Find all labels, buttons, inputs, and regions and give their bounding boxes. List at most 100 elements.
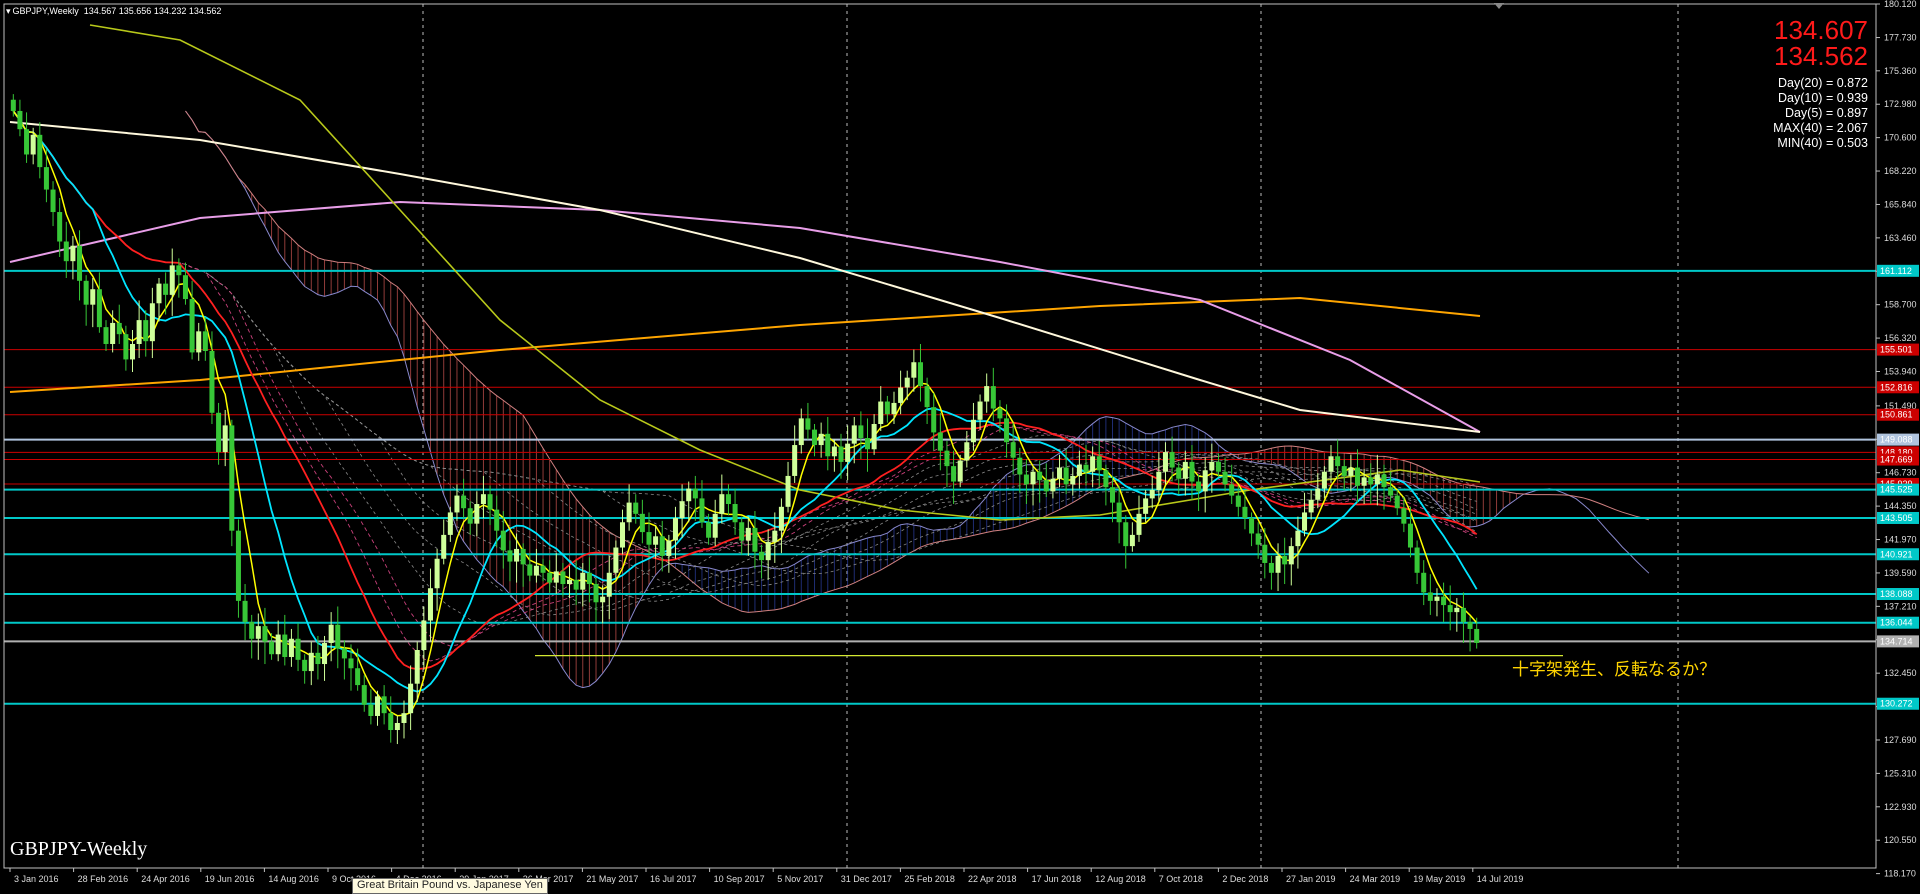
candle-body xyxy=(739,522,745,541)
symbol-tooltip: Great Britain Pound vs. Japanese Yen xyxy=(352,878,548,894)
candle-body xyxy=(447,512,453,535)
candle-body xyxy=(593,584,599,603)
candle-body xyxy=(1123,522,1129,547)
candle-body xyxy=(24,129,30,155)
candle-body xyxy=(706,522,712,538)
candle-body xyxy=(613,547,619,573)
candle-body xyxy=(759,551,765,561)
candle-body xyxy=(1441,596,1447,606)
candle-body xyxy=(997,408,1003,419)
candle-body xyxy=(381,696,387,714)
price-level-tag-label: 155.501 xyxy=(1880,345,1913,355)
candle-body xyxy=(1070,475,1076,485)
candle-body xyxy=(1010,442,1016,458)
candle-body xyxy=(295,638,301,660)
candle-body xyxy=(646,532,652,545)
symbol-header: GBPJPY,Weekly xyxy=(12,6,79,16)
x-tick-label: 27 Jan 2019 xyxy=(1286,874,1336,884)
candle-body xyxy=(1361,477,1367,486)
candle-body xyxy=(1381,474,1387,488)
candle-body xyxy=(414,649,420,684)
y-tick-label: 120.550 xyxy=(1884,835,1917,845)
y-tick-label: 122.930 xyxy=(1884,802,1917,812)
candle-body xyxy=(1050,478,1056,492)
candle-body xyxy=(1474,628,1480,643)
y-tick-label: 163.460 xyxy=(1884,233,1917,243)
x-tick-label: 14 Aug 2016 xyxy=(268,874,319,884)
candle-body xyxy=(242,600,248,622)
candle-body xyxy=(785,475,791,507)
candle-body xyxy=(507,550,513,562)
y-tick-label: 125.310 xyxy=(1884,768,1917,778)
ohlc-values: 134.567 135.656 134.232 134.562 xyxy=(83,6,222,16)
candle-body xyxy=(818,433,824,446)
candle-body xyxy=(1341,466,1347,476)
chart-menu-icon[interactable]: ▾ xyxy=(6,6,11,16)
candle-body xyxy=(1103,470,1109,488)
candle-body xyxy=(1182,461,1188,479)
candle-body xyxy=(984,386,990,402)
price-level-tag-label: 136.044 xyxy=(1880,618,1913,628)
candle-body xyxy=(63,241,69,262)
price-level-tag-label: 150.861 xyxy=(1880,410,1913,420)
candle-body xyxy=(553,571,559,583)
candle-body xyxy=(1460,607,1466,622)
x-tick-label: 17 Jun 2018 xyxy=(1032,874,1082,884)
candle-body xyxy=(96,289,102,328)
y-tick-label: 170.600 xyxy=(1884,133,1917,143)
candle-body xyxy=(355,668,361,686)
candle-body xyxy=(37,134,43,168)
chart-shift-marker-icon[interactable] xyxy=(1494,3,1504,9)
vertical-grid xyxy=(422,4,1679,868)
candle-body xyxy=(341,648,347,659)
x-tick-label: 2 Dec 2018 xyxy=(1222,874,1268,884)
candle-body xyxy=(480,494,486,505)
candle-body xyxy=(103,327,109,344)
candle-body xyxy=(1282,555,1288,565)
candle-body xyxy=(156,283,162,304)
candle-body xyxy=(262,626,268,642)
candle-body xyxy=(964,442,970,461)
candle-body xyxy=(116,322,122,335)
candle-body xyxy=(1308,499,1314,513)
candle-body xyxy=(136,320,142,344)
candle-body xyxy=(977,401,983,420)
candle-body xyxy=(1043,480,1049,492)
candle-body xyxy=(1136,513,1142,535)
candle-body xyxy=(931,407,937,433)
x-tick-label: 21 May 2017 xyxy=(586,874,638,884)
candle-body xyxy=(540,565,546,573)
candle-body xyxy=(1249,518,1255,534)
candle-body xyxy=(275,634,281,655)
candle-body xyxy=(1414,547,1420,573)
candle-body xyxy=(1295,530,1301,547)
candle-body xyxy=(322,642,328,665)
ma-white-line xyxy=(9,121,1481,433)
candle-body xyxy=(1229,484,1235,496)
candle-body xyxy=(1004,418,1010,443)
symbol-label: GBPJPY-Weekly xyxy=(10,838,148,860)
candle-body xyxy=(891,402,897,415)
candle-body xyxy=(639,513,645,533)
candle-body xyxy=(699,498,705,523)
candle-body xyxy=(163,283,169,295)
candle-body xyxy=(719,494,725,514)
ribbon-ma-pink xyxy=(12,110,1477,670)
y-tick-label: 168.220 xyxy=(1884,166,1917,176)
candle-body xyxy=(1162,452,1168,472)
y-tick-label: 141.970 xyxy=(1884,535,1917,545)
candle-body xyxy=(573,579,579,590)
y-tick-label: 118.170 xyxy=(1884,869,1916,879)
y-tick-label: 153.940 xyxy=(1884,366,1917,376)
candle-body xyxy=(1374,474,1380,485)
candle-body xyxy=(1368,477,1374,485)
candle-body xyxy=(361,685,367,705)
candle-body xyxy=(196,331,202,353)
y-tick-label: 165.840 xyxy=(1884,199,1917,209)
price-level-labels: 161.112155.501152.816150.861149.088148.1… xyxy=(1877,264,1919,710)
candle-body xyxy=(1156,471,1162,490)
candle-body xyxy=(1315,488,1321,500)
price-chart[interactable]: 180.120 177.730 175.360 172.980 170.600 168.2… xyxy=(0,0,1920,891)
candle-body xyxy=(752,527,758,552)
candle-body xyxy=(1116,502,1122,523)
